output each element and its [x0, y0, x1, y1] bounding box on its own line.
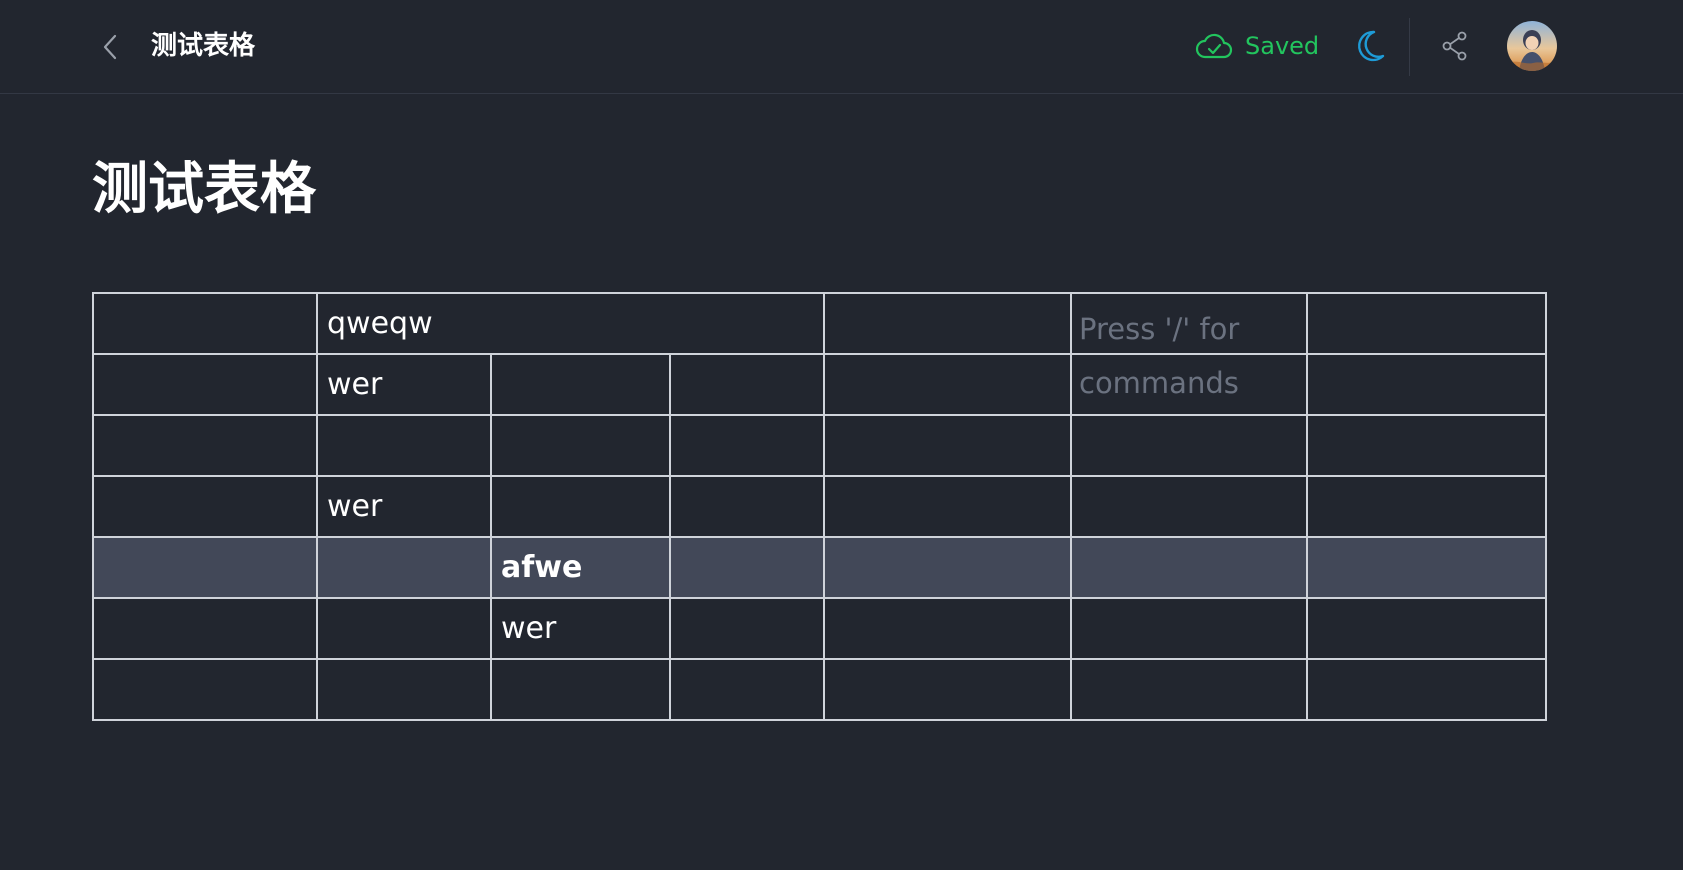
table-cell[interactable] — [316, 536, 492, 599]
table-cell[interactable] — [316, 597, 492, 660]
table-cell[interactable] — [1070, 597, 1308, 660]
table-row — [92, 658, 1547, 721]
table-cell[interactable] — [823, 658, 1072, 721]
share-icon — [1442, 31, 1467, 61]
table-row-selected: afwe — [92, 536, 1547, 599]
table-cell[interactable]: wer — [316, 475, 492, 538]
table-cell[interactable] — [1306, 536, 1547, 599]
table-cell[interactable] — [1306, 414, 1547, 477]
page-title: 测试表格 — [92, 157, 316, 222]
table-cell[interactable] — [92, 475, 318, 538]
table-cell[interactable] — [92, 292, 318, 355]
table-cell[interactable] — [1306, 292, 1547, 355]
table-cell[interactable] — [669, 475, 825, 538]
table-cell[interactable] — [669, 414, 825, 477]
chevron-left-icon — [103, 34, 117, 60]
table-cell[interactable]: afwe — [490, 536, 671, 599]
table-cell[interactable] — [669, 597, 825, 660]
theme-toggle-button[interactable] — [1352, 28, 1388, 64]
avatar-image — [1507, 21, 1557, 71]
table-cell[interactable] — [1070, 414, 1308, 477]
back-button[interactable] — [96, 30, 124, 64]
table-cell[interactable] — [316, 414, 492, 477]
table-row — [92, 414, 1547, 477]
table-cell[interactable] — [316, 658, 492, 721]
table-cell[interactable] — [1070, 475, 1308, 538]
cloud-check-icon — [1195, 33, 1233, 59]
table-cell[interactable] — [823, 597, 1072, 660]
table-cell[interactable] — [823, 292, 1072, 355]
save-status-label: Saved — [1245, 32, 1320, 60]
table-cell[interactable] — [1070, 536, 1308, 599]
table-cell[interactable] — [823, 536, 1072, 599]
table-cell[interactable] — [669, 353, 825, 416]
table-cell[interactable] — [823, 353, 1072, 416]
table-cell[interactable] — [1070, 292, 1308, 355]
table-cell[interactable] — [490, 353, 671, 416]
table-cell[interactable] — [92, 353, 318, 416]
moon-icon — [1358, 30, 1385, 62]
table-cell[interactable] — [490, 414, 671, 477]
table-cell[interactable] — [92, 414, 318, 477]
share-button[interactable] — [1438, 29, 1472, 63]
table-cell[interactable] — [1070, 353, 1308, 416]
top-bar: 测试表格 Saved — [0, 0, 1683, 94]
table-cell[interactable] — [1306, 475, 1547, 538]
table-cell[interactable] — [823, 414, 1072, 477]
save-status: Saved — [1195, 28, 1319, 64]
table-cell[interactable] — [1070, 658, 1308, 721]
table-row: wer — [92, 475, 1547, 538]
header-divider — [1409, 18, 1410, 76]
data-table: qweqw wer wer afwe wer — [92, 292, 1547, 721]
table-cell[interactable] — [490, 658, 671, 721]
table-cell[interactable] — [669, 536, 825, 599]
table-cell[interactable] — [92, 536, 318, 599]
table-cell[interactable]: wer — [316, 353, 492, 416]
table-cell[interactable] — [490, 475, 671, 538]
table-cell[interactable] — [1306, 658, 1547, 721]
table-cell[interactable] — [823, 475, 1072, 538]
table-row: wer — [92, 597, 1547, 660]
user-avatar[interactable] — [1507, 21, 1557, 71]
table-cell[interactable] — [1306, 353, 1547, 416]
table-row: wer — [92, 353, 1547, 416]
table-cell[interactable]: qweqw — [316, 292, 825, 355]
table-cell[interactable]: wer — [490, 597, 671, 660]
table-cell[interactable] — [669, 658, 825, 721]
table-row: qweqw — [92, 292, 1547, 355]
table-cell[interactable] — [1306, 597, 1547, 660]
header-title: 测试表格 — [151, 31, 256, 61]
table-cell[interactable] — [92, 658, 318, 721]
table-cell[interactable] — [92, 597, 318, 660]
